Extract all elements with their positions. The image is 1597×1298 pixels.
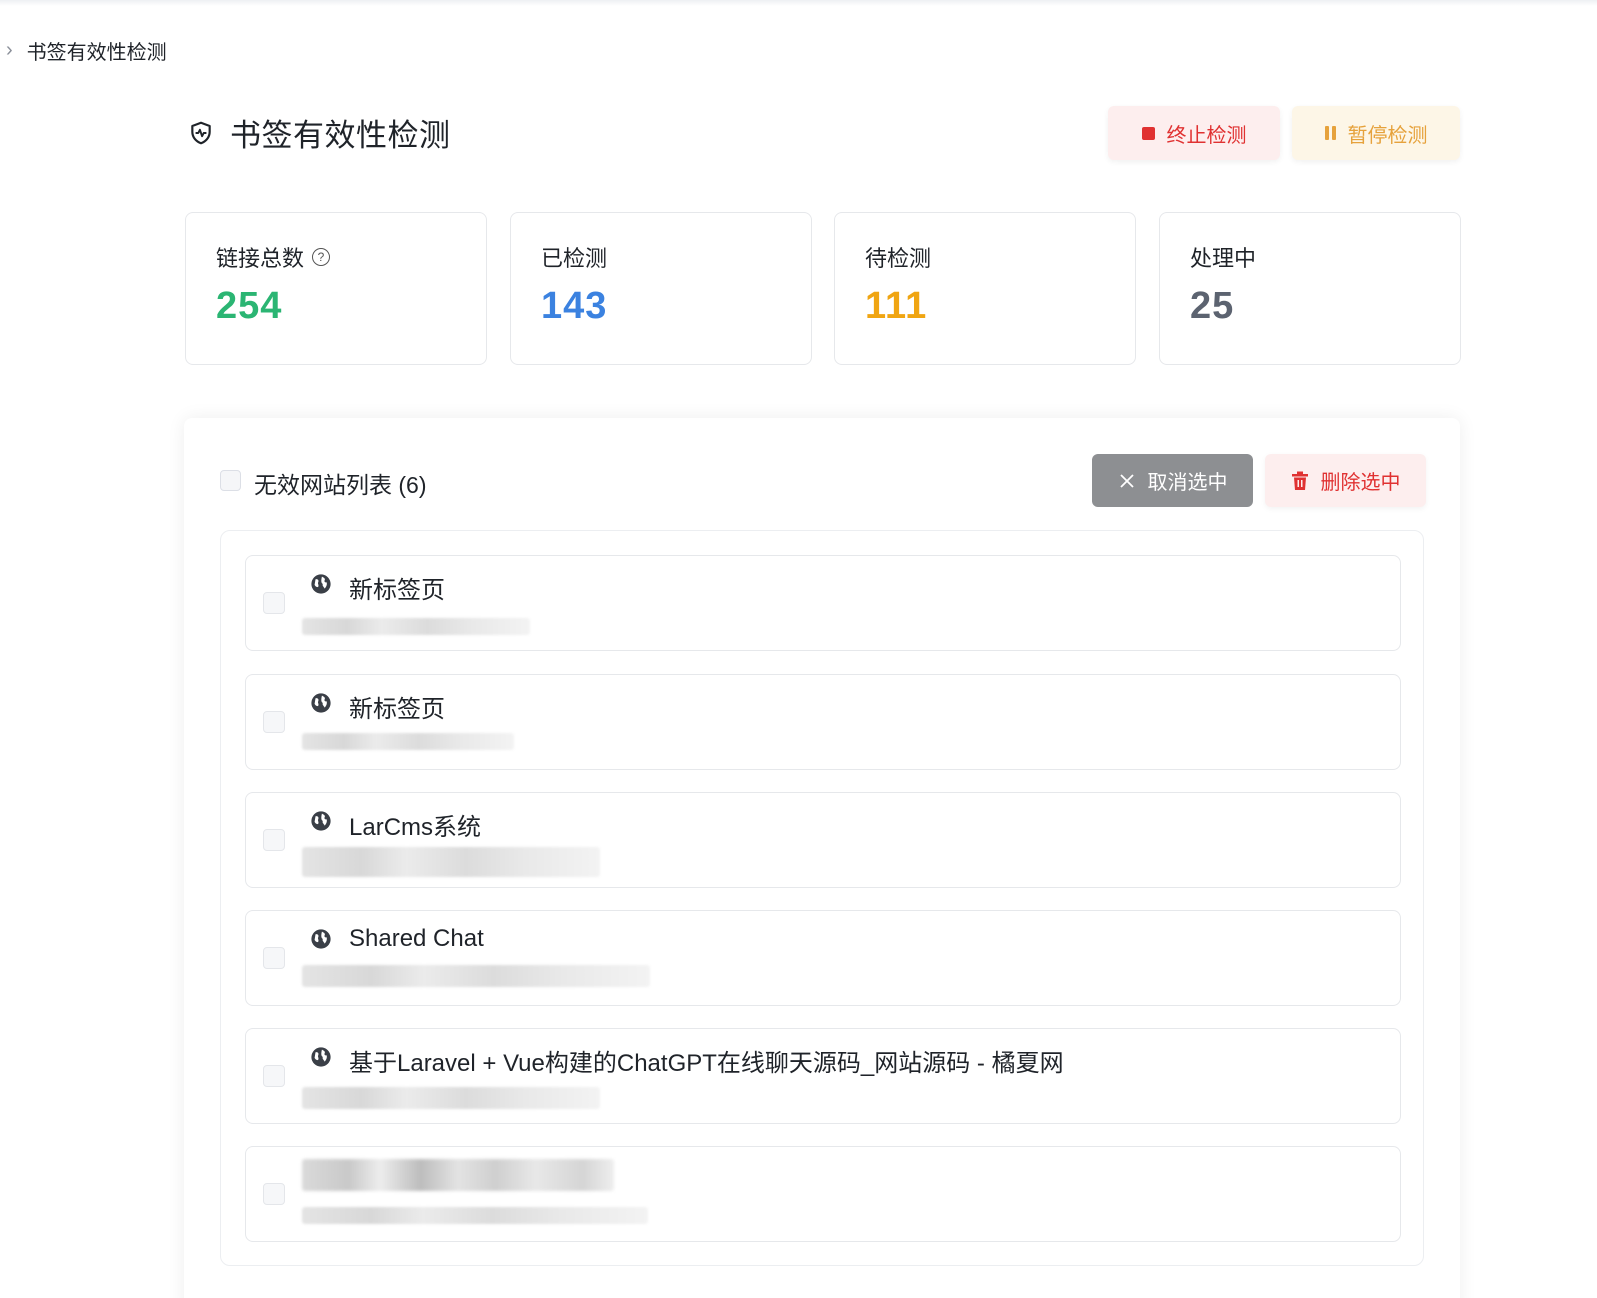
globe-icon xyxy=(311,811,331,831)
stop-icon xyxy=(1141,126,1155,140)
delete-selected-button[interactable]: 删除选中 xyxy=(1265,454,1426,507)
list-item[interactable]: 新标签页 xyxy=(245,674,1401,770)
breadcrumb-current[interactable]: 书签有效性检测 xyxy=(27,36,167,65)
stat-value: 25 xyxy=(1190,285,1235,327)
stat-card-checked: 已检测 143 xyxy=(510,212,812,365)
redacted-url xyxy=(302,847,600,877)
globe-icon xyxy=(311,693,331,713)
delete-label: 删除选中 xyxy=(1320,472,1401,494)
stat-label: 链接总数 xyxy=(216,246,305,271)
item-checkbox[interactable] xyxy=(263,1183,285,1205)
close-icon xyxy=(1119,473,1134,488)
redacted-url xyxy=(302,733,514,750)
stat-card-processing: 处理中 25 xyxy=(1159,212,1461,365)
stop-label: 终止检测 xyxy=(1166,124,1247,147)
item-checkbox[interactable] xyxy=(263,592,285,614)
top-bar xyxy=(0,0,1597,6)
breadcrumb: › 书签有效性检测 xyxy=(6,36,167,65)
pause-label: 暂停检测 xyxy=(1347,124,1428,147)
stat-value: 254 xyxy=(216,285,283,327)
item-title: LarCms系统 xyxy=(349,814,482,841)
cancel-selection-button[interactable]: 取消选中 xyxy=(1092,454,1253,507)
stat-value: 111 xyxy=(865,285,928,327)
select-all-checkbox[interactable] xyxy=(220,470,241,491)
pause-detection-button[interactable]: 暂停检测 xyxy=(1292,106,1460,160)
item-title: 新标签页 xyxy=(349,696,445,723)
item-title: 新标签页 xyxy=(349,577,445,604)
stat-label: 处理中 xyxy=(1190,246,1257,271)
globe-icon xyxy=(311,574,331,594)
stat-label: 待检测 xyxy=(865,246,932,271)
stat-card-pending: 待检测 111 xyxy=(834,212,1136,365)
item-checkbox[interactable] xyxy=(263,1065,285,1087)
globe-icon xyxy=(311,929,331,949)
panel-title: 无效网站列表 (6) xyxy=(254,472,427,498)
redacted-url xyxy=(302,965,650,987)
redacted-url xyxy=(302,1207,648,1224)
stat-value: 143 xyxy=(541,285,608,327)
shield-icon xyxy=(191,121,211,144)
pause-icon xyxy=(1324,126,1336,140)
item-checkbox[interactable] xyxy=(263,711,285,733)
chevron-right-icon[interactable]: › xyxy=(6,39,13,62)
list-item[interactable]: 基于Laravel + Vue构建的ChatGPT在线聊天源码_网站源码 - 橘… xyxy=(245,1028,1401,1124)
redacted-url xyxy=(302,618,530,635)
item-checkbox[interactable] xyxy=(263,829,285,851)
stat-card-total: 链接总数 ? 254 xyxy=(185,212,487,365)
list-item[interactable]: LarCms系统 xyxy=(245,792,1401,888)
site-list: 新标签页 新标签页 LarCms系统 Shared Chat 基于Laravel… xyxy=(220,530,1424,1266)
stat-label: 已检测 xyxy=(541,246,608,271)
item-title: 基于Laravel + Vue构建的ChatGPT在线聊天源码_网站源码 - 橘… xyxy=(349,1050,1064,1077)
item-title: Shared Chat xyxy=(349,925,484,952)
page-title: 书签有效性检测 xyxy=(230,118,451,153)
redacted-title xyxy=(302,1159,614,1191)
stop-detection-button[interactable]: 终止检测 xyxy=(1108,106,1280,160)
redacted-url xyxy=(302,1087,600,1109)
help-icon[interactable]: ? xyxy=(312,248,331,266)
item-checkbox[interactable] xyxy=(263,947,285,969)
trash-icon xyxy=(1291,471,1308,490)
cancel-label: 取消选中 xyxy=(1147,472,1228,494)
invalid-sites-panel: 无效网站列表 (6) 取消选中 删除选中 新标签页 新标签页 LarCms系统 … xyxy=(184,418,1460,1298)
list-item[interactable] xyxy=(245,1146,1401,1242)
page-header: 书签有效性检测 xyxy=(188,110,451,155)
list-item[interactable]: Shared Chat xyxy=(245,910,1401,1006)
list-item[interactable]: 新标签页 xyxy=(245,555,1401,651)
globe-icon xyxy=(311,1047,331,1067)
